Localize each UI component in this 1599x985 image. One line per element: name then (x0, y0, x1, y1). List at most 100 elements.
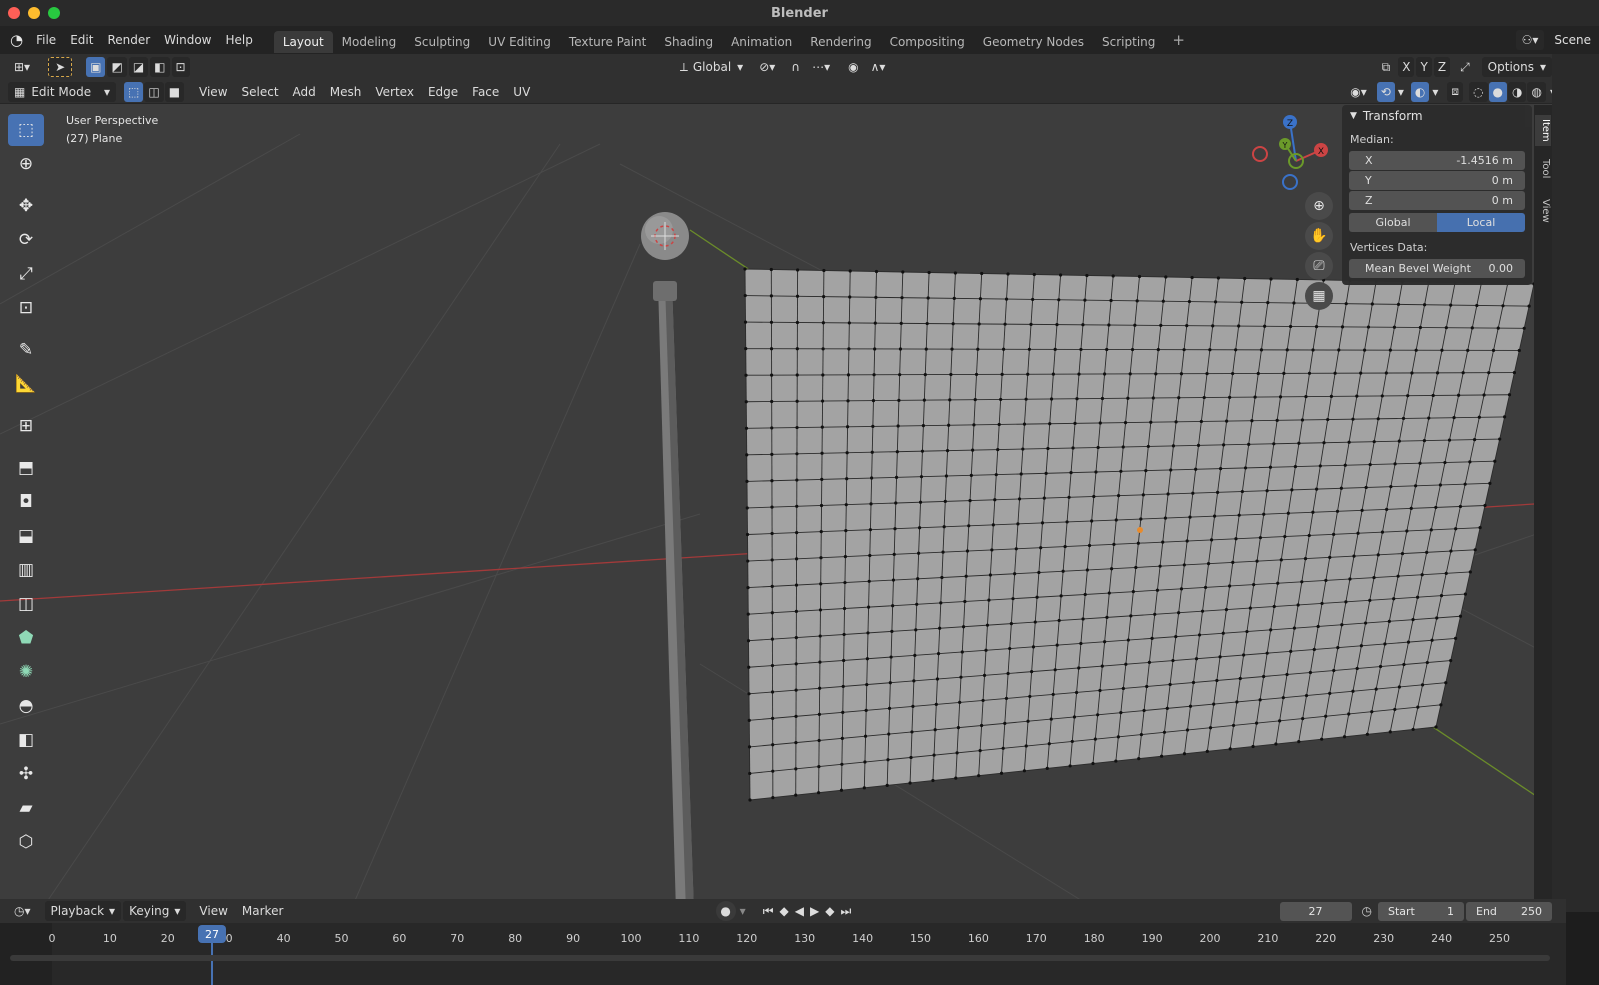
jump-start-button[interactable]: ⏮ (763, 904, 774, 919)
current-frame-field[interactable]: 27 (1279, 901, 1352, 921)
pivot-point-dropdown[interactable]: ⊘▾ (753, 57, 781, 77)
overlay-dropdown[interactable]: ▾ (1429, 82, 1441, 102)
editor-type-selector[interactable]: ⊞▾ (8, 57, 36, 77)
median-z-field[interactable]: Z 0 m (1349, 191, 1525, 210)
scene-selector[interactable]: ⚇▾ (1515, 30, 1545, 50)
tool-spin[interactable]: ✺ (8, 656, 44, 688)
select-intersect-button[interactable]: ⊡ (171, 57, 190, 77)
navigation-gizmo[interactable]: X Z Y (1248, 110, 1338, 200)
timeline-editor-type[interactable]: ◷▾ (8, 901, 37, 921)
zoom-button[interactable]: ⊕ (1305, 192, 1333, 220)
tool-annotate[interactable]: ✎ (8, 334, 44, 366)
perspective-toggle-button[interactable]: ▦ (1305, 282, 1333, 310)
auto-keying-toggle[interactable]: ● (715, 901, 736, 921)
chevron-down-icon[interactable]: ▾ (740, 904, 746, 918)
menu-select[interactable]: Select (235, 85, 286, 99)
vertex-select-button[interactable]: ⬚ (124, 81, 144, 102)
play-button[interactable]: ▶ (810, 904, 819, 918)
timeline-menu-view[interactable]: View (192, 904, 234, 918)
tab-layout[interactable]: Layout (273, 31, 333, 53)
snap-target-dropdown[interactable]: ⋯▾ (806, 57, 836, 77)
mirror-y-toggle[interactable]: Y (1416, 57, 1432, 77)
menu-view[interactable]: View (192, 85, 234, 99)
menu-help[interactable]: Help (219, 33, 260, 47)
menu-edit[interactable]: Edit (63, 33, 100, 47)
mirror-z-toggle[interactable]: Z (1433, 57, 1451, 77)
menu-face[interactable]: Face (465, 85, 506, 99)
jump-next-keyframe-button[interactable]: ◆ (825, 904, 834, 918)
tab-geometry-nodes[interactable]: Geometry Nodes (974, 31, 1093, 53)
menu-mesh[interactable]: Mesh (323, 85, 369, 99)
zoom-window-button[interactable] (48, 7, 60, 19)
tab-uv-editing[interactable]: UV Editing (479, 31, 560, 53)
overlay-toggle[interactable]: ◐ (1410, 81, 1430, 102)
end-frame-field[interactable]: End 250 (1466, 901, 1552, 921)
tab-item[interactable]: Item (1535, 115, 1551, 146)
median-y-field[interactable]: Y 0 m (1349, 171, 1525, 190)
select-extend-button[interactable]: ◩ (107, 57, 127, 77)
mirror-options[interactable]: ⧉ (1376, 57, 1397, 77)
timeline-scrollbar[interactable] (10, 955, 1550, 961)
tool-poly-build[interactable]: ⬟ (8, 622, 44, 654)
xray-toggle[interactable]: ⧈ (1447, 81, 1464, 102)
select-subtract-button[interactable]: ◪ (128, 57, 149, 77)
menu-add[interactable]: Add (286, 85, 323, 99)
jump-end-button[interactable]: ⏭ (840, 904, 851, 919)
tab-animation[interactable]: Animation (722, 31, 801, 53)
menu-render[interactable]: Render (100, 33, 157, 47)
mirror-x-toggle[interactable]: X (1398, 57, 1415, 77)
menu-edge[interactable]: Edge (421, 85, 465, 99)
tool-cursor[interactable]: ⊕ (8, 148, 44, 180)
edge-select-button[interactable]: ◫ (144, 81, 164, 102)
proportional-edit-toggle[interactable]: ◉ (842, 57, 864, 77)
gizmo-toggle[interactable]: ⟲ (1376, 81, 1395, 102)
face-select-button[interactable]: ■ (164, 81, 185, 102)
median-x-field[interactable]: X -1.4516 m (1349, 151, 1525, 170)
stopwatch-icon[interactable]: ◷ (1362, 904, 1372, 918)
tool-rotate[interactable]: ⟳ (8, 224, 44, 256)
3d-viewport[interactable]: X Z Y ⊕ ✋ ⎚ ▦ (0, 104, 1566, 912)
add-workspace-icon[interactable]: + (1164, 31, 1193, 49)
tool-add-cube[interactable]: ⊞ (8, 410, 44, 442)
play-reverse-button[interactable]: ◀ (795, 904, 804, 918)
falloff-dropdown[interactable]: ∧▾ (865, 57, 892, 77)
rendered-shading-button[interactable]: ◍ (1527, 81, 1546, 102)
start-frame-field[interactable]: Start 1 (1378, 901, 1464, 921)
tab-scripting[interactable]: Scripting (1093, 31, 1164, 53)
scene-label[interactable]: Scene (1544, 33, 1599, 47)
wireframe-shading-button[interactable]: ◌ (1469, 81, 1488, 102)
material-shading-button[interactable]: ◑ (1508, 81, 1527, 102)
gizmo-dropdown[interactable]: ▾ (1395, 82, 1407, 102)
menu-uv[interactable]: UV (506, 85, 537, 99)
playback-dropdown[interactable]: Playback ▾ (44, 901, 122, 921)
tab-shading[interactable]: Shading (655, 31, 722, 53)
tool-inset[interactable]: ◘ (8, 486, 44, 518)
tab-rendering[interactable]: Rendering (801, 31, 880, 53)
mode-dropdown[interactable]: ▦ Edit Mode ▾ (8, 81, 116, 102)
local-button[interactable]: Local (1437, 213, 1525, 232)
tool-smooth[interactable]: ◓ (8, 690, 44, 722)
tool-edge-slide[interactable]: ◧ (8, 724, 44, 756)
menu-file[interactable]: File (29, 33, 63, 47)
tab-modeling[interactable]: Modeling (333, 31, 406, 53)
tab-view[interactable]: View (1535, 195, 1551, 227)
camera-view-button[interactable]: ⎚ (1305, 252, 1333, 280)
visibility-dropdown[interactable]: ◉▾ (1344, 82, 1373, 102)
tool-select-box[interactable]: ⬚ (8, 114, 44, 146)
properties-editor-edge[interactable] (1552, 54, 1599, 912)
orientation-dropdown[interactable]: ⟂ Global ▾ (674, 57, 749, 77)
select-new-button[interactable]: ▣ (86, 57, 106, 77)
tool-loop-cut[interactable]: ▥ (8, 554, 44, 586)
tool-rip[interactable]: ⬡ (8, 826, 44, 858)
mean-bevel-weight-field[interactable]: Mean Bevel Weight 0.00 (1349, 259, 1525, 278)
pan-button[interactable]: ✋ (1305, 222, 1333, 250)
menu-vertex[interactable]: Vertex (368, 85, 421, 99)
transform-panel-header[interactable]: ▼ Transform (1342, 105, 1532, 127)
tab-compositing[interactable]: Compositing (881, 31, 974, 53)
tool-transform[interactable]: ⊡ (8, 292, 44, 324)
tool-move[interactable]: ✥ (8, 190, 44, 222)
menu-window[interactable]: Window (157, 33, 218, 47)
timeline-menu-marker[interactable]: Marker (235, 904, 290, 918)
tab-sculpting[interactable]: Sculpting (405, 31, 479, 53)
select-invert-button[interactable]: ◧ (150, 57, 170, 77)
